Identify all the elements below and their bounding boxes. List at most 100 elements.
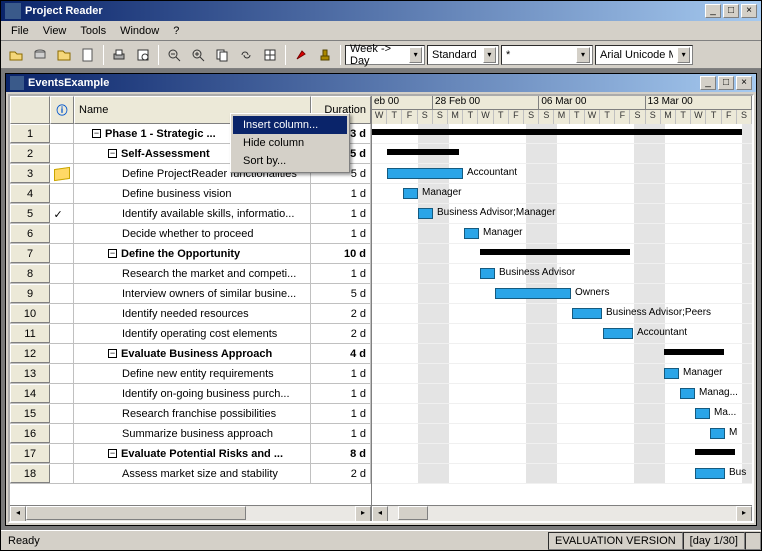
table-row[interactable]: 15Research franchise possibilities1 d (10, 404, 371, 424)
scroll-right-button[interactable]: ▸ (736, 506, 752, 521)
row-id[interactable]: 15 (10, 404, 50, 423)
task-bar[interactable] (403, 188, 418, 199)
row-id[interactable]: 13 (10, 364, 50, 383)
menu-file[interactable]: File (5, 23, 35, 38)
table-row[interactable]: 11Identify operating cost elements2 d (10, 324, 371, 344)
row-id[interactable]: 18 (10, 464, 50, 483)
row-name[interactable]: Define business vision (74, 184, 311, 203)
row-name[interactable]: Identify operating cost elements (74, 324, 311, 343)
scroll-right-button[interactable]: ▸ (355, 506, 371, 522)
column-header-id[interactable] (10, 96, 50, 124)
task-bar[interactable] (695, 408, 710, 419)
row-id[interactable]: 1 (10, 124, 50, 143)
filter-combo[interactable]: Standard▾ (427, 45, 499, 65)
row-name[interactable]: Research franchise possibilities (74, 404, 311, 423)
minimize-button[interactable]: _ (705, 4, 721, 18)
table-row[interactable]: 4Define business vision1 d (10, 184, 371, 204)
close-button[interactable]: × (741, 4, 757, 18)
menu-help[interactable]: ? (167, 23, 185, 38)
row-name[interactable]: Define new entity requirements (74, 364, 311, 383)
task-bar[interactable] (464, 228, 479, 239)
child-maximize-button[interactable]: □ (718, 76, 734, 90)
row-id[interactable]: 12 (10, 344, 50, 363)
zoom-combo[interactable]: Week -> Day▾ (345, 45, 425, 65)
summary-bar[interactable] (695, 449, 735, 455)
row-id[interactable]: 17 (10, 444, 50, 463)
open-button[interactable] (5, 44, 27, 66)
task-bar[interactable] (572, 308, 602, 319)
row-name[interactable]: Assess market size and stability (74, 464, 311, 483)
row-id[interactable]: 2 (10, 144, 50, 163)
scroll-left-button[interactable]: ◂ (10, 506, 26, 522)
summary-bar[interactable] (372, 129, 742, 135)
resize-grip[interactable] (745, 532, 761, 550)
link-button[interactable] (235, 44, 257, 66)
row-id[interactable]: 4 (10, 184, 50, 203)
table-row[interactable]: 16Summarize business approach1 d (10, 424, 371, 444)
menu-view[interactable]: View (37, 23, 73, 38)
grid-h-scrollbar[interactable]: ◂ ▸ (10, 505, 371, 521)
row-id[interactable]: 7 (10, 244, 50, 263)
table-row[interactable]: 9Interview owners of similar busine...5 … (10, 284, 371, 304)
grid-button[interactable] (259, 44, 281, 66)
row-id[interactable]: 3 (10, 164, 50, 183)
task-bar[interactable] (480, 268, 495, 279)
menu-window[interactable]: Window (114, 23, 165, 38)
summary-bar[interactable] (387, 149, 459, 155)
task-bar[interactable] (387, 168, 463, 179)
table-row[interactable]: 12−Evaluate Business Approach4 d (10, 344, 371, 364)
titlebar[interactable]: Project Reader _ □ × (1, 1, 761, 21)
summary-bar[interactable] (664, 349, 724, 355)
task-bar[interactable] (710, 428, 725, 439)
row-id[interactable]: 16 (10, 424, 50, 443)
stamp-button[interactable] (314, 44, 336, 66)
outline-toggle-icon[interactable]: − (108, 149, 117, 158)
row-name[interactable]: Identify available skills, informatio... (74, 204, 311, 223)
doc-button[interactable] (77, 44, 99, 66)
menu-tools[interactable]: Tools (74, 23, 112, 38)
table-row[interactable]: 17−Evaluate Potential Risks and ...8 d (10, 444, 371, 464)
print-button[interactable] (108, 44, 130, 66)
folder-button[interactable] (53, 44, 75, 66)
table-row[interactable]: 13Define new entity requirements1 d (10, 364, 371, 384)
table-row[interactable]: 8Research the market and competi...1 d (10, 264, 371, 284)
child-minimize-button[interactable]: _ (700, 76, 716, 90)
row-name[interactable]: Research the market and competi... (74, 264, 311, 283)
ctx-sort-by[interactable]: Sort by... (233, 152, 347, 170)
gantt-h-scrollbar[interactable]: ◂ ▸ (372, 505, 752, 521)
ctx-hide-column[interactable]: Hide column (233, 134, 347, 152)
row-name[interactable]: −Evaluate Potential Risks and ... (74, 444, 311, 463)
row-id[interactable]: 11 (10, 324, 50, 343)
task-bar[interactable] (418, 208, 433, 219)
table-row[interactable]: 10Identify needed resources2 d (10, 304, 371, 324)
scroll-thumb[interactable] (398, 506, 428, 520)
summary-bar[interactable] (480, 249, 630, 255)
zoom-out-button[interactable] (163, 44, 185, 66)
task-bar[interactable] (603, 328, 633, 339)
scroll-left-button[interactable]: ◂ (372, 506, 388, 521)
row-id[interactable]: 10 (10, 304, 50, 323)
outline-toggle-icon[interactable]: − (108, 349, 117, 358)
table-row[interactable]: 7−Define the Opportunity10 d (10, 244, 371, 264)
task-bar[interactable] (664, 368, 679, 379)
row-name[interactable]: Interview owners of similar busine... (74, 284, 311, 303)
row-name[interactable]: Identify on-going business purch... (74, 384, 311, 403)
column-header-info[interactable]: ⓘ (50, 96, 74, 124)
scroll-thumb[interactable] (26, 506, 246, 520)
table-row[interactable]: 14Identify on-going business purch...1 d (10, 384, 371, 404)
database-button[interactable] (29, 44, 51, 66)
row-id[interactable]: 5 (10, 204, 50, 223)
ink-button[interactable] (290, 44, 312, 66)
row-name[interactable]: Identify needed resources (74, 304, 311, 323)
zoom-in-button[interactable] (187, 44, 209, 66)
outline-toggle-icon[interactable]: − (108, 249, 117, 258)
child-titlebar[interactable]: EventsExample _ □ × (6, 74, 756, 92)
task-bar[interactable] (695, 468, 725, 479)
preview-button[interactable] (132, 44, 154, 66)
task-bar[interactable] (495, 288, 571, 299)
outline-toggle-icon[interactable]: − (92, 129, 101, 138)
row-id[interactable]: 8 (10, 264, 50, 283)
row-name[interactable]: Summarize business approach (74, 424, 311, 443)
row-name[interactable]: −Evaluate Business Approach (74, 344, 311, 363)
group-combo[interactable]: *▾ (501, 45, 593, 65)
